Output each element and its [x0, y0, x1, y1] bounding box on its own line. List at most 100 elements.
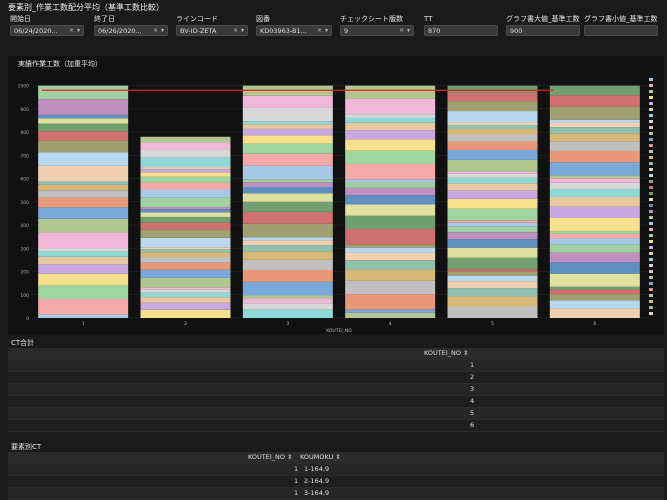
filter-select[interactable]: KD03963-B1... × ▾ — [256, 25, 332, 36]
filter-select[interactable]: 06/24/2020... × ▾ — [10, 25, 84, 36]
clear-icon[interactable]: × — [399, 27, 404, 34]
table-row[interactable]: 1 3-164.9 — [8, 488, 664, 500]
bar-segment — [549, 286, 640, 290]
bar-segment — [38, 99, 129, 115]
chart-title: 実績作業工数（加重平均） — [18, 60, 102, 68]
bar-segment — [242, 201, 333, 212]
ct-table: CT合計 KOUTEI_NO ⇕ 1 2 3 4 5 6 — [8, 338, 664, 432]
clear-icon[interactable]: × — [69, 27, 74, 34]
bar-segment — [242, 107, 333, 122]
bar-segment — [38, 118, 129, 124]
ct-koutei-cell: 6 — [470, 421, 475, 429]
bar-segment — [38, 190, 129, 198]
bar-segment — [140, 252, 231, 258]
chevron-down-icon[interactable]: ▾ — [241, 27, 244, 34]
bar-segment — [549, 252, 640, 263]
bar-segment — [140, 297, 231, 303]
clear-icon[interactable]: × — [317, 27, 322, 34]
bar-segment — [549, 289, 640, 295]
legend-swatch — [649, 192, 653, 195]
bar-segment — [447, 222, 538, 227]
filter-select[interactable]: 06/26/2020... × ▾ — [94, 25, 168, 36]
legend-swatch — [649, 186, 653, 189]
element-table-header: KOUTEI_NO ⇕ KOUMOKU ⇕ — [8, 452, 664, 464]
bar-segment — [345, 122, 436, 131]
bar-segment — [38, 218, 129, 233]
clear-icon[interactable]: × — [233, 27, 238, 34]
filter-label: 終了日 — [94, 15, 115, 23]
table-row[interactable]: 3 — [8, 384, 664, 396]
bar-segment — [345, 294, 436, 310]
filter-input[interactable] — [584, 25, 658, 36]
filter-input[interactable]: 900 — [506, 25, 580, 36]
chevron-down-icon[interactable]: ▾ — [407, 27, 410, 34]
clear-icon[interactable]: × — [153, 27, 158, 34]
legend-swatch — [649, 120, 653, 123]
bar-segment — [345, 252, 436, 261]
stacked-bar-chart: 実績作業工数（加重平均） 0 100 200 300 400 500 600 700 800 90… — [8, 56, 664, 334]
table-row[interactable]: 2 — [8, 372, 664, 384]
filter-6: TT 870 — [424, 14, 498, 36]
bar-segment — [345, 114, 436, 118]
bar-segment — [549, 233, 640, 239]
table-row[interactable]: 6 — [8, 420, 664, 432]
bar-segment — [549, 122, 640, 128]
bar-segment — [242, 298, 333, 304]
bar-segment — [447, 171, 538, 174]
y-tick-label: 200 — [20, 270, 29, 276]
legend-swatch — [649, 228, 653, 231]
bar-segment — [447, 183, 538, 191]
legend-swatch — [649, 246, 653, 249]
legend-swatch — [649, 138, 653, 141]
page-title: 要素別_作業工数配分平均（基準工数比較） — [8, 3, 164, 12]
bar-segment — [549, 218, 640, 232]
bar-segment — [549, 95, 640, 107]
bar-segment — [140, 269, 231, 278]
bar-segment — [345, 280, 436, 295]
chevron-down-icon[interactable]: ▾ — [161, 27, 164, 34]
legend-swatch — [649, 162, 653, 165]
chevron-down-icon[interactable]: ▾ — [77, 27, 80, 34]
bar-segment — [447, 269, 538, 272]
ct-koutei-cell: 5 — [470, 409, 475, 417]
bar-segment — [38, 181, 129, 185]
bar-segment — [38, 256, 129, 265]
filter-select[interactable]: 9 × ▾ — [340, 25, 414, 36]
filter-select[interactable]: BV-ID-ZETA × ▾ — [176, 25, 248, 36]
table-row[interactable]: 4 — [8, 396, 664, 408]
bar-segment — [140, 176, 231, 183]
bar-segment — [242, 95, 333, 108]
bar-segment — [447, 208, 538, 221]
element-col-koumoku[interactable]: KOUMOKU ⇕ — [300, 452, 341, 463]
bar-segment — [447, 173, 538, 178]
bar-segment — [549, 196, 640, 207]
bar-segment — [447, 149, 538, 160]
element-col-koutei[interactable]: KOUTEI_NO ⇕ — [248, 452, 293, 463]
table-row[interactable]: 1 — [8, 360, 664, 372]
bar-segment — [140, 157, 231, 168]
bar-segment — [140, 222, 231, 230]
table-row[interactable]: 1 2-164.9 — [8, 476, 664, 488]
bar-segment — [38, 184, 129, 191]
filter-input[interactable]: 870 — [424, 25, 498, 36]
bar-segment — [345, 179, 436, 183]
bar-segment — [140, 212, 231, 217]
legend-swatch — [649, 204, 653, 207]
ct-column-header[interactable]: KOUTEI_NO ⇕ — [424, 348, 469, 359]
legend-swatch — [649, 150, 653, 153]
table-row[interactable]: 1 1-164.9 — [8, 464, 664, 476]
chevron-down-icon[interactable]: ▾ — [325, 27, 328, 34]
bar-segment — [140, 189, 231, 198]
table-row[interactable]: 5 — [8, 408, 664, 420]
filter-value: 9 — [344, 26, 349, 35]
bar-segment — [140, 197, 231, 208]
bar-segment — [242, 128, 333, 136]
x-tick-label: 5 — [491, 321, 494, 327]
y-tick-label: 700 — [20, 153, 29, 159]
bar-segment — [140, 167, 231, 170]
bar-segment — [345, 247, 436, 253]
bar-segment — [140, 149, 231, 158]
filter-1: 開始日 06/24/2020... × ▾ — [10, 14, 84, 36]
bar-segment — [345, 204, 436, 216]
bar-segment — [345, 260, 436, 270]
